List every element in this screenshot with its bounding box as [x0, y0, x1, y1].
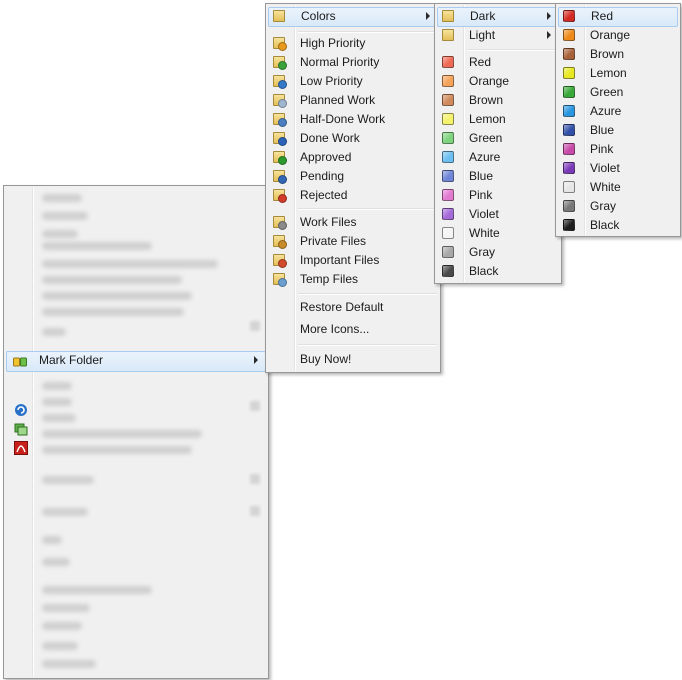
- red-swatch-icon: [442, 56, 454, 68]
- menu-item-done-work[interactable]: Done Work: [268, 129, 438, 148]
- menu-item-planned-work[interactable]: Planned Work: [268, 91, 438, 110]
- color-item-green[interactable]: Green: [437, 129, 559, 148]
- mark-folder-icon: [13, 355, 27, 367]
- restore-default-menu-item[interactable]: Restore Default: [268, 298, 438, 317]
- dark-color-item-azure[interactable]: Azure: [558, 102, 678, 121]
- low-priority-icon: [273, 75, 287, 89]
- submenu-arrow-icon: [426, 12, 430, 20]
- dark-color-item-red[interactable]: Red: [558, 7, 678, 27]
- menu-item-work-files[interactable]: Work Files: [268, 213, 438, 232]
- light-menu-item[interactable]: Light: [437, 26, 559, 45]
- dark-color-item-green[interactable]: Green: [558, 83, 678, 102]
- planned-work-icon: [273, 94, 287, 108]
- orange-swatch-icon: [442, 75, 454, 87]
- dark-menu-item[interactable]: Dark: [437, 7, 559, 27]
- gray-swatch-icon: [442, 246, 454, 258]
- pending-icon: [273, 170, 287, 184]
- dark-color-item-lemon[interactable]: Lemon: [558, 64, 678, 83]
- blue-swatch-icon: [563, 124, 575, 136]
- pdf-app-icon: [14, 441, 28, 455]
- black-swatch-icon: [563, 219, 575, 231]
- dark-color-item-gray[interactable]: Gray: [558, 197, 678, 216]
- green-swatch-icon: [442, 132, 454, 144]
- dark-color-item-pink[interactable]: Pink: [558, 140, 678, 159]
- host-context-menu: Mark Folder: [3, 185, 269, 679]
- dark-color-item-blue[interactable]: Blue: [558, 121, 678, 140]
- menu-item-normal-priority[interactable]: Normal Priority: [268, 53, 438, 72]
- azure-swatch-icon: [563, 105, 575, 117]
- refresh-app-icon: [14, 403, 28, 417]
- azure-swatch-icon: [442, 151, 454, 163]
- submenu-arrow-icon: [547, 31, 551, 39]
- mark-folder-menu-item[interactable]: Mark Folder: [6, 351, 266, 372]
- black-swatch-icon: [442, 265, 454, 277]
- colors-label: Colors: [301, 9, 336, 23]
- dark-colors-icon: [442, 10, 454, 22]
- color-item-gray[interactable]: Gray: [437, 243, 559, 262]
- brown-swatch-icon: [442, 94, 454, 106]
- white-swatch-icon: [563, 181, 575, 193]
- submenu-arrow-icon: [547, 12, 551, 20]
- dark-color-item-white[interactable]: White: [558, 178, 678, 197]
- violet-swatch-icon: [563, 162, 575, 174]
- menu-item-half-done-work[interactable]: Half-Done Work: [268, 110, 438, 129]
- mark-folder-submenu: Colors High Priority Normal Priority Low…: [265, 3, 441, 373]
- normal-priority-icon: [273, 56, 287, 70]
- colors-icon: [273, 10, 285, 22]
- red-swatch-icon: [563, 10, 575, 22]
- color-item-blue[interactable]: Blue: [437, 167, 559, 186]
- colors-menu-item[interactable]: Colors: [268, 7, 438, 27]
- work-files-icon: [273, 216, 287, 230]
- temp-files-icon: [273, 273, 287, 287]
- menu-item-important-files[interactable]: Important Files: [268, 251, 438, 270]
- colors-submenu: Dark Light Red Orange Brown Lemon Green: [434, 3, 562, 284]
- menu-item-temp-files[interactable]: Temp Files: [268, 270, 438, 289]
- white-swatch-icon: [442, 227, 454, 239]
- menu-item-private-files[interactable]: Private Files: [268, 232, 438, 251]
- half-done-work-icon: [273, 113, 287, 127]
- color-item-violet[interactable]: Violet: [437, 205, 559, 224]
- violet-swatch-icon: [442, 208, 454, 220]
- color-item-lemon[interactable]: Lemon: [437, 110, 559, 129]
- submenu-arrow-icon: [254, 356, 258, 364]
- menu-item-pending[interactable]: Pending: [268, 167, 438, 186]
- dark-color-item-orange[interactable]: Orange: [558, 26, 678, 45]
- important-files-icon: [273, 254, 287, 268]
- dark-color-item-black[interactable]: Black: [558, 216, 678, 235]
- brown-swatch-icon: [563, 48, 575, 60]
- blue-swatch-icon: [442, 170, 454, 182]
- green-swatch-icon: [563, 86, 575, 98]
- menu-item-rejected[interactable]: Rejected: [268, 186, 438, 205]
- dark-color-item-brown[interactable]: Brown: [558, 45, 678, 64]
- color-item-red[interactable]: Red: [437, 53, 559, 72]
- color-item-orange[interactable]: Orange: [437, 72, 559, 91]
- dark-colors-submenu: Red Orange Brown Lemon Green Azure Blue …: [555, 3, 681, 237]
- light-colors-icon: [442, 29, 454, 41]
- sync-app-icon: [14, 422, 28, 436]
- dark-color-item-violet[interactable]: Violet: [558, 159, 678, 178]
- more-icons-menu-item[interactable]: More Icons...: [268, 320, 438, 339]
- buy-now-menu-item[interactable]: Buy Now!: [268, 350, 438, 369]
- color-item-pink[interactable]: Pink: [437, 186, 559, 205]
- pink-swatch-icon: [563, 143, 575, 155]
- approved-icon: [273, 151, 287, 165]
- menu-item-high-priority[interactable]: High Priority: [268, 34, 438, 53]
- gray-swatch-icon: [563, 200, 575, 212]
- done-work-icon: [273, 132, 287, 146]
- color-item-azure[interactable]: Azure: [437, 148, 559, 167]
- private-files-icon: [273, 235, 287, 249]
- mark-folder-label: Mark Folder: [39, 353, 104, 367]
- menu-item-low-priority[interactable]: Low Priority: [268, 72, 438, 91]
- lemon-swatch-icon: [442, 113, 454, 125]
- color-item-brown[interactable]: Brown: [437, 91, 559, 110]
- lemon-swatch-icon: [563, 67, 575, 79]
- pink-swatch-icon: [442, 189, 454, 201]
- orange-swatch-icon: [563, 29, 575, 41]
- menu-item-approved[interactable]: Approved: [268, 148, 438, 167]
- color-item-black[interactable]: Black: [437, 262, 559, 281]
- rejected-icon: [273, 189, 287, 203]
- color-item-white[interactable]: White: [437, 224, 559, 243]
- high-priority-icon: [273, 37, 287, 51]
